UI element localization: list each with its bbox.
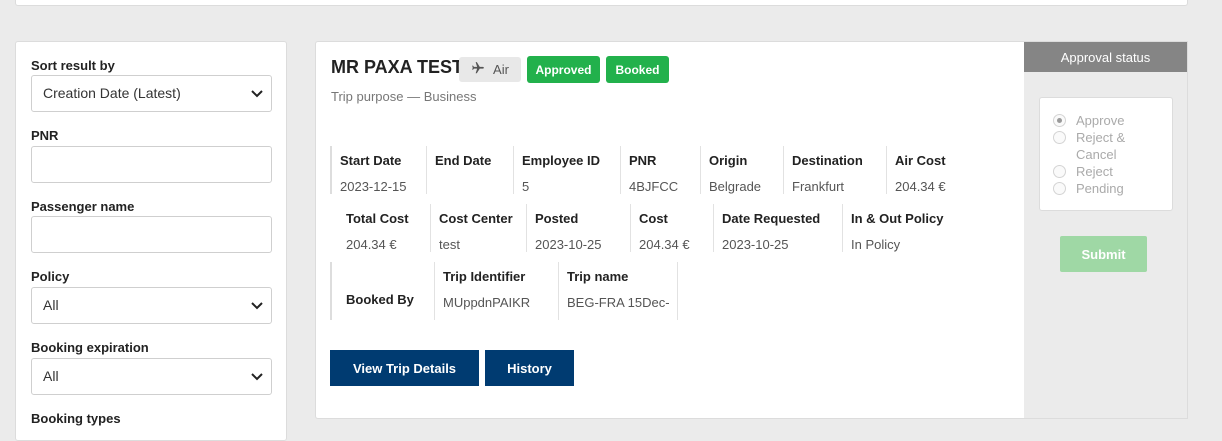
chevron-down-icon — [251, 288, 263, 323]
detail-cell-cost-center: Cost Center test — [430, 204, 526, 252]
approve-option[interactable]: Approve — [1053, 112, 1124, 129]
detail-cell-trip-name: Trip name BEG-FRA 15Dec- — [558, 262, 678, 320]
approval-status-title: Approval status — [1024, 42, 1187, 72]
detail-label: Air Cost — [895, 153, 946, 168]
pending-option-label: Pending — [1076, 181, 1124, 196]
detail-value: Belgrade — [709, 179, 762, 194]
detail-cell-destination: Destination Frankfurt — [783, 146, 886, 194]
detail-cell-booked-by: Booked By — [330, 262, 434, 320]
top-card — [15, 0, 1188, 6]
trip-purpose: Trip purpose — Business — [331, 89, 477, 104]
detail-value: 2023-10-25 — [535, 237, 602, 252]
chevron-down-icon — [251, 76, 263, 111]
detail-row-2: Total Cost 204.34 € Cost Center test Pos… — [338, 204, 952, 252]
detail-value: test — [439, 237, 460, 252]
detail-label: End Date — [435, 153, 492, 168]
booked-badge: Booked — [606, 56, 669, 83]
detail-label: Posted — [535, 211, 579, 226]
trip-card: MR PAXA TEST Air Approved Booked Trip pu… — [315, 41, 1025, 419]
detail-value: 2023-12-15 — [340, 179, 407, 194]
booking-types-label: Booking types — [31, 411, 121, 426]
detail-cell-policy: In & Out Policy In Policy — [842, 204, 952, 252]
reject-cancel-option[interactable]: Reject & Cancel — [1053, 129, 1153, 163]
pnr-label: PNR — [31, 128, 59, 143]
detail-label: Destination — [792, 153, 863, 168]
detail-row-3: Booked By Trip Identifier MUppdnPAIKR Tr… — [330, 262, 678, 320]
detail-label: Origin — [709, 153, 748, 168]
radio-icon[interactable] — [1053, 131, 1066, 144]
detail-value: 204.34 € — [895, 179, 946, 194]
detail-label: Trip name — [567, 269, 629, 284]
chevron-down-icon — [251, 359, 263, 394]
policy-select-value: All — [43, 297, 59, 313]
detail-label: Trip Identifier — [443, 269, 526, 284]
passenger-name-input[interactable] — [31, 216, 272, 253]
sort-select[interactable]: Creation Date (Latest) — [31, 75, 272, 112]
submit-button[interactable]: Submit — [1060, 236, 1147, 272]
detail-value: BEG-FRA 15Dec- — [567, 295, 670, 310]
traveler-name: MR PAXA TEST — [331, 57, 464, 77]
radio-icon[interactable] — [1053, 165, 1066, 178]
detail-value: MUppdnPAIKR — [443, 295, 531, 310]
trip-type-label: Air — [493, 62, 509, 77]
detail-label: Date Requested — [722, 211, 821, 226]
detail-label: Cost Center — [439, 211, 513, 226]
approval-panel: Approval status Approve Reject & Cancel … — [1024, 41, 1188, 419]
detail-value: 4BJFCC — [629, 179, 679, 194]
sort-select-value: Creation Date (Latest) — [43, 85, 181, 101]
detail-label: Total Cost — [346, 211, 409, 226]
detail-cell-cost: Cost 204.34 € — [630, 204, 713, 252]
detail-cell-posted: Posted 2023-10-25 — [526, 204, 630, 252]
detail-cell-date-requested: Date Requested 2023-10-25 — [713, 204, 842, 252]
detail-cell-start-date: Start Date 2023-12-15 — [330, 146, 426, 194]
radio-selected-icon[interactable] — [1053, 114, 1066, 127]
detail-value: In Policy — [851, 237, 901, 252]
pending-option[interactable]: Pending — [1053, 180, 1124, 197]
detail-label: Booked By — [346, 292, 414, 307]
pnr-input[interactable] — [31, 146, 272, 183]
detail-cell-pnr: PNR 4BJFCC — [620, 146, 700, 194]
sort-label: Sort result by — [31, 58, 115, 73]
approve-option-label: Approve — [1076, 113, 1125, 128]
airplane-icon — [471, 61, 485, 78]
detail-value: 2023-10-25 — [722, 237, 789, 252]
detail-cell-origin: Origin Belgrade — [700, 146, 783, 194]
detail-value: 5 — [522, 179, 530, 194]
reject-option[interactable]: Reject — [1053, 163, 1113, 180]
detail-value: Frankfurt — [792, 179, 845, 194]
approval-options: Approve Reject & Cancel Reject Pending — [1039, 97, 1173, 211]
detail-cell-air-cost: Air Cost 204.34 € — [886, 146, 966, 194]
history-button[interactable]: History — [485, 350, 574, 386]
policy-label: Policy — [31, 269, 70, 284]
policy-select[interactable]: All — [31, 287, 272, 324]
view-trip-details-button[interactable]: View Trip Details — [330, 350, 479, 386]
radio-icon[interactable] — [1053, 182, 1066, 195]
approved-badge: Approved — [527, 56, 600, 83]
detail-label: Cost — [639, 211, 668, 226]
booking-expiration-select[interactable]: All — [31, 358, 272, 395]
booking-expiration-label: Booking expiration — [31, 340, 149, 355]
booking-expiration-value: All — [43, 368, 59, 384]
detail-row-1: Start Date 2023-12-15 End Date Employee … — [330, 146, 966, 194]
reject-cancel-option-label: Reject & Cancel — [1076, 130, 1126, 162]
detail-label: In & Out Policy — [851, 211, 944, 226]
passenger-name-label: Passenger name — [31, 199, 135, 214]
detail-value: 204.34 € — [639, 237, 690, 252]
detail-value: 204.34 € — [346, 237, 397, 252]
detail-cell-employee-id: Employee ID 5 — [513, 146, 620, 194]
detail-cell-total-cost: Total Cost 204.34 € — [338, 204, 430, 252]
reject-option-label: Reject — [1076, 164, 1113, 179]
detail-label: Employee ID — [522, 153, 601, 168]
detail-cell-trip-identifier: Trip Identifier MUppdnPAIKR — [434, 262, 558, 320]
filter-sidebar: Sort result by Creation Date (Latest) PN… — [15, 41, 287, 441]
detail-label: PNR — [629, 153, 657, 168]
detail-cell-end-date: End Date — [426, 146, 513, 194]
trip-type-badge: Air — [459, 57, 521, 82]
detail-label: Start Date — [340, 153, 402, 168]
